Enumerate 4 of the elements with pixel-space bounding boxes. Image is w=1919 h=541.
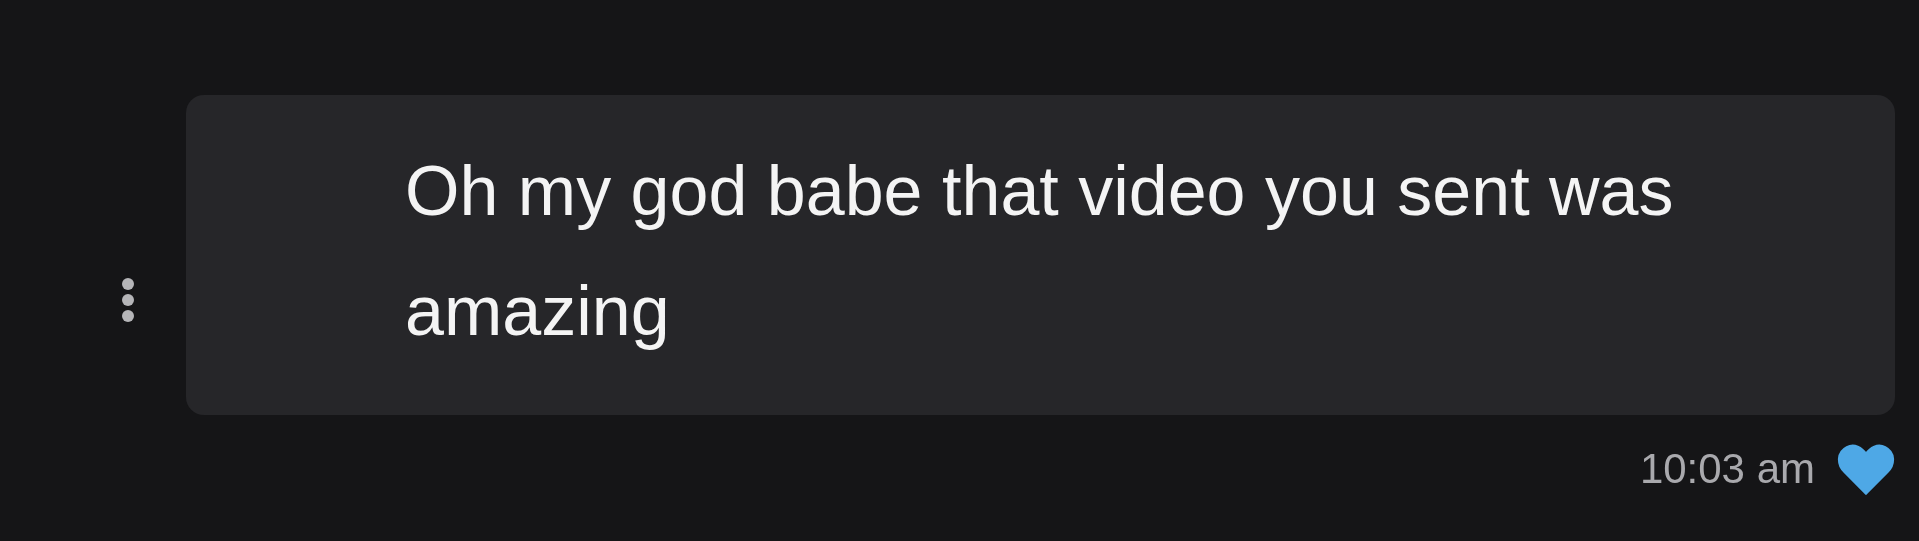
message-time: 10:03 am bbox=[1639, 445, 1815, 493]
more-options-icon[interactable] bbox=[120, 278, 136, 322]
message-text: Oh my god babe that video you sent was amazing bbox=[405, 151, 1675, 352]
heart-icon[interactable] bbox=[1837, 443, 1895, 495]
